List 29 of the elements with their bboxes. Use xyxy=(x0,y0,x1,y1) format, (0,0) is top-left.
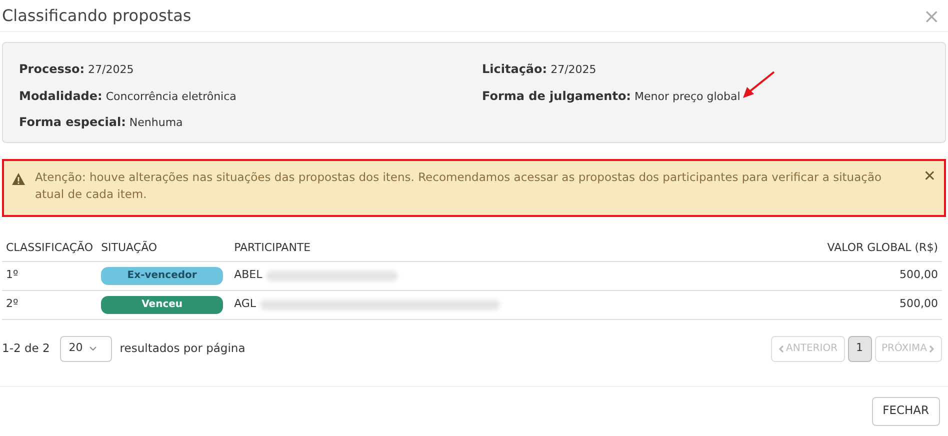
close-button[interactable]: FECHAR xyxy=(872,396,940,426)
table-cell: 1º xyxy=(2,261,98,290)
table-cell-text: AGL xyxy=(234,296,256,312)
info-field: Forma especial: Nenhuma xyxy=(19,113,183,132)
warning-icon xyxy=(12,173,25,185)
info-field: Licitação: 27/2025 xyxy=(482,60,596,78)
table-cell: 2º xyxy=(2,290,98,319)
info-field: Modalidade: Concorrência eletrônica xyxy=(19,86,236,105)
chevron-down-icon xyxy=(88,346,97,351)
table-cell: 500,00 xyxy=(726,261,942,290)
status-badge: Venceu xyxy=(101,296,224,314)
chevron-right-icon xyxy=(929,344,935,352)
result-count: 1-2 de 2 xyxy=(2,340,50,357)
page-size-select[interactable]: 20 xyxy=(60,336,112,362)
table-cell: 500,00 xyxy=(726,290,942,319)
info-field: Forma de julgamento: Menor preço global xyxy=(482,86,740,105)
dialog-title: Classificando propostas xyxy=(2,4,192,26)
table-cell-text: ABEL xyxy=(234,267,262,284)
per-page-label: resultados por página xyxy=(120,340,246,357)
status-badge: Ex-vencedor xyxy=(101,266,224,284)
alert-message: Atenção: houve alterações nas situações das propostas dos itens. Recomendamos acessar as propostas dos participantes para verificar a situação atual de cada item. xyxy=(35,169,883,203)
close-button[interactable]: ✕ xyxy=(923,169,936,184)
column-header: VALOR GLOBAL (R$) xyxy=(726,235,942,261)
info-field: Processo: 27/2025 xyxy=(19,60,134,78)
column-header: CLASSIFICAÇÃO xyxy=(2,235,98,261)
page-button[interactable]: 1 xyxy=(848,336,872,362)
chevron-left-icon xyxy=(778,344,784,352)
column-header: PARTICIPANTE xyxy=(230,235,727,261)
column-header: SITUAÇÃO xyxy=(97,235,230,261)
